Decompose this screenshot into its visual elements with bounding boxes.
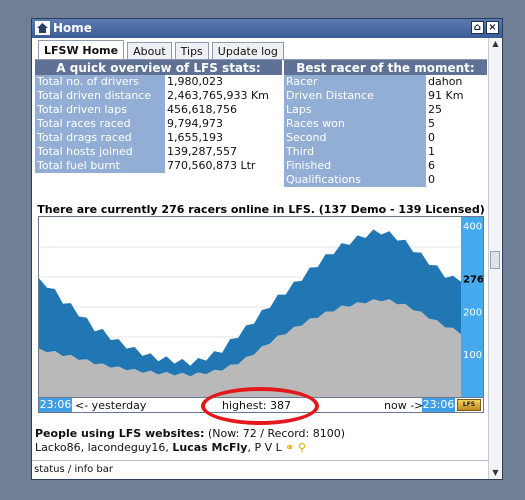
y-tick-label: 100 (463, 350, 482, 361)
overview-value: 139,287,557 (165, 145, 282, 159)
online-graph: 100 200 276 400 (38, 216, 484, 398)
best-racer-label: Third (284, 145, 426, 159)
people-users-tail: , P V L (247, 441, 282, 454)
tab-tips[interactable]: Tips (174, 42, 209, 60)
bike-icon: ⚲ (297, 441, 307, 454)
overview-value: 456,618,756 (165, 103, 282, 117)
y-tick-label: 200 (463, 307, 482, 318)
best-racer-value: dahon (426, 75, 487, 89)
graph-start-time: 23:06 (39, 398, 72, 412)
tab-update-log[interactable]: Update log (211, 42, 284, 60)
graph-end-time: 23:06 (422, 398, 455, 412)
window-title: Home (53, 21, 92, 35)
best-racer-value: 91 Km (426, 89, 487, 103)
scroll-thumb[interactable] (490, 251, 500, 269)
overview-label: Total races raced (35, 117, 165, 131)
best-racer-label: Racer (284, 75, 426, 89)
overview-table: A quick overview of LFS stats: Total no.… (35, 60, 282, 173)
overview-label: Total no. of drivers (35, 75, 165, 89)
people-user-bold[interactable]: Lucas McFly (172, 441, 247, 454)
best-racer-value: 0 (426, 173, 487, 187)
overview-header: A quick overview of LFS stats: (35, 60, 282, 75)
best-racer-value: 1 (426, 145, 487, 159)
scroll-down-icon[interactable]: ▼ (490, 467, 501, 479)
home-content: A quick overview of LFS stats: Total no.… (35, 60, 487, 475)
status-bar: status / info bar (32, 460, 488, 479)
online-graph-svg: 100 200 276 400 (39, 217, 483, 397)
best-racer-label: Driven Distance (284, 89, 426, 103)
yesterday-label: <- yesterday (75, 399, 147, 412)
y-tick-label: 400 (463, 222, 482, 233)
people-section: People using LFS websites: (Now: 72 / Re… (35, 427, 487, 455)
best-racer-label: Second (284, 131, 426, 145)
tab-about[interactable]: About (127, 42, 172, 60)
best-racer-value: 5 (426, 117, 487, 131)
people-header: People using LFS websites: (35, 427, 205, 440)
overview-value: 1,980,023 (165, 75, 282, 89)
best-racer-value: 0 (426, 131, 487, 145)
now-label: now -> (384, 399, 424, 412)
people-users: Lacko86, lacondeguy16, (35, 441, 173, 454)
close-icon[interactable]: × (486, 21, 499, 34)
best-racer-header: Best racer of the moment: (284, 60, 487, 75)
lfs-logo: LFS (457, 399, 481, 411)
overview-label: Total driven distance (35, 89, 165, 103)
best-racer-label: Finished (284, 159, 426, 173)
tab-bar: LFSW Home About Tips Update log (38, 40, 287, 60)
overview-label: Total hosts joined (35, 145, 165, 159)
overview-value: 770,560,873 Ltr (165, 159, 282, 173)
title-bar[interactable]: Home ⌂ × (32, 19, 502, 38)
home-window: Home ⌂ × LFSW Home About Tips Update log… (31, 18, 503, 480)
highlight-ring (201, 387, 319, 425)
online-count-text: There are currently 276 racers online in… (37, 203, 485, 216)
scroll-up-icon[interactable]: ▲ (490, 38, 501, 50)
best-racer-value: 6 (426, 159, 487, 173)
overview-label: Total fuel burnt (35, 159, 165, 173)
best-racer-label: Qualifications (284, 173, 426, 187)
best-racer-label: Laps (284, 103, 426, 117)
overview-value: 2,463,765,933 Km (165, 89, 282, 103)
link-icon: ⚭ (285, 441, 295, 454)
best-racer-value: 25 (426, 103, 487, 117)
best-racer-table: Best racer of the moment: Racer dahon Dri… (284, 60, 487, 187)
tab-lfsw-home[interactable]: LFSW Home (38, 40, 125, 60)
people-counts: (Now: 72 / Record: 8100) (207, 427, 345, 440)
overview-label: Total driven laps (35, 103, 165, 117)
vertical-scrollbar[interactable]: ▲ ▼ (488, 38, 501, 479)
people-list: Lacko86, lacondeguy16, Lucas McFly, P V … (35, 441, 487, 455)
home-button-icon[interactable]: ⌂ (471, 21, 484, 34)
home-icon (35, 21, 50, 35)
overview-label: Total drags raced (35, 131, 165, 145)
y-tick-label: 276 (463, 275, 483, 286)
overview-value: 1,655,193 (165, 131, 282, 145)
best-racer-label: Races won (284, 117, 426, 131)
overview-value: 9,794,973 (165, 117, 282, 131)
